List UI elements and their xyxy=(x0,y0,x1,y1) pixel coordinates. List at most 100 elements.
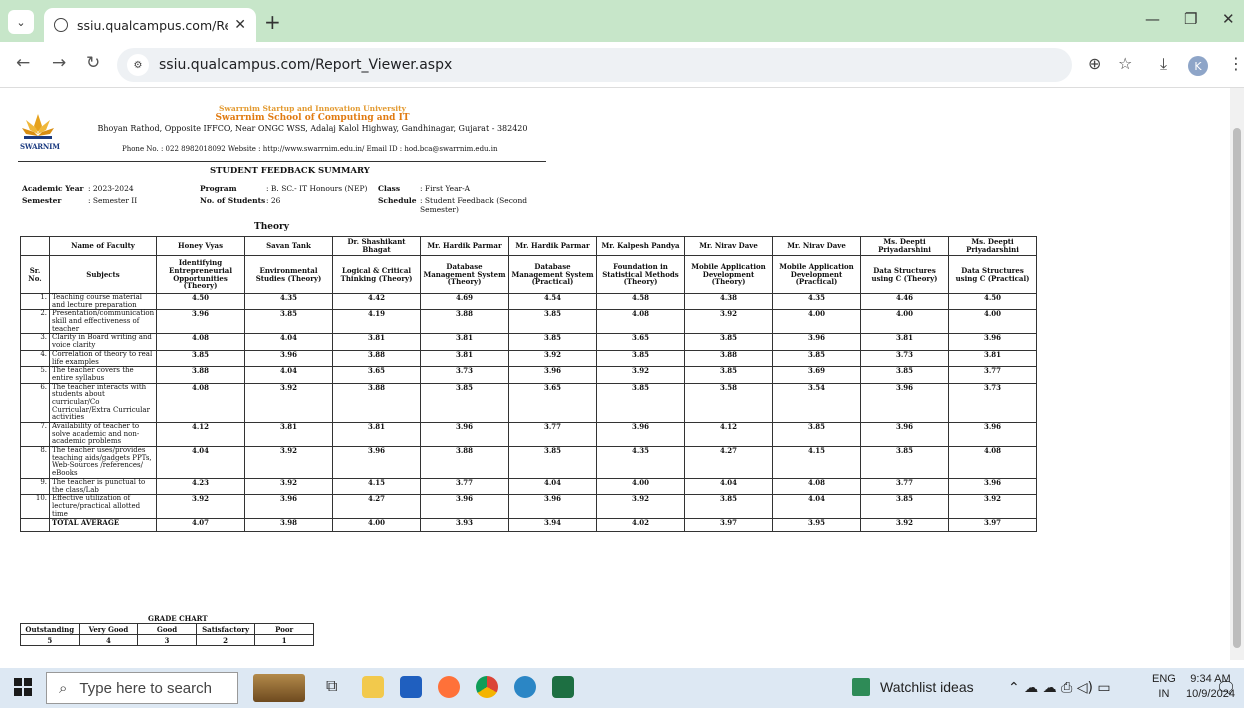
score-cell: 3.92 xyxy=(244,477,333,496)
report-viewer: SWARNIM Swarrnim Startup and Innovation … xyxy=(0,88,1244,660)
question-text: Presentation/communication skill and eff… xyxy=(49,309,157,335)
score-cell: 4.08 xyxy=(156,333,245,351)
faculty-name: Mr. Kalpesh Pandya xyxy=(596,236,685,256)
taskbar-search[interactable]: ⌕ Type here to search xyxy=(46,672,238,704)
bookmark-star-icon[interactable]: ☆ xyxy=(1118,54,1132,73)
score-cell: 3.85 xyxy=(508,333,597,351)
language-indicator[interactable]: ENG IN xyxy=(1152,672,1176,702)
firefox-icon[interactable] xyxy=(438,676,460,698)
students-value: : 26 xyxy=(266,196,281,205)
score-cell: 3.85 xyxy=(860,366,949,384)
score-cell: 3.73 xyxy=(860,349,949,368)
faculty-name: Mr. Hardik Parmar xyxy=(508,236,597,256)
watchlist-widget[interactable]: Watchlist ideas xyxy=(852,678,974,696)
faculty-name: Ms. Deepti Priyadarshini xyxy=(860,236,949,256)
forward-button[interactable]: → xyxy=(52,53,66,73)
back-button[interactable]: ← xyxy=(16,53,30,73)
score-cell: 3.54 xyxy=(772,382,861,424)
reload-button[interactable]: ↻ xyxy=(86,53,100,73)
score-cell: 3.96 xyxy=(332,446,421,479)
lang-region: IN xyxy=(1158,688,1170,700)
new-tab-button[interactable]: + xyxy=(264,10,281,34)
address-bar[interactable]: ⚙ ssiu.qualcampus.com/Report_Viewer.aspx xyxy=(117,48,1072,82)
score-cell: 4.35 xyxy=(772,292,861,311)
total-value: 3.95 xyxy=(772,518,861,533)
score-cell: 4.00 xyxy=(596,477,685,496)
watchlist-text: Watchlist ideas xyxy=(880,679,974,695)
grade-label: Very Good xyxy=(78,623,139,635)
close-tab-icon[interactable]: ✕ xyxy=(234,17,246,33)
excel-icon[interactable] xyxy=(552,676,574,698)
table-row: 4. Correlation of theory to real life exa… xyxy=(20,349,1037,368)
score-cell: 3.85 xyxy=(508,309,597,335)
chrome-icon[interactable] xyxy=(476,676,498,698)
subject-name: Logical & Critical Thinking (Theory) xyxy=(332,255,421,294)
zoom-icon[interactable]: ⊕ xyxy=(1088,54,1101,73)
task-view-icon[interactable]: ⧉ xyxy=(326,676,348,698)
tab-search-button[interactable]: ⌄ xyxy=(8,10,34,34)
score-cell: 3.81 xyxy=(420,333,509,351)
search-icon: ⌕ xyxy=(59,679,68,697)
download-icon[interactable]: ⤓ xyxy=(1160,54,1167,74)
score-cell: 4.08 xyxy=(772,477,861,496)
stocks-icon xyxy=(852,678,870,696)
score-cell: 3.85 xyxy=(684,494,773,520)
score-cell: 3.69 xyxy=(772,366,861,384)
score-cell: 4.58 xyxy=(596,292,685,311)
score-cell: 3.81 xyxy=(948,349,1037,368)
table-row: 3. Clarity in Board writing and voice cla… xyxy=(20,333,1037,351)
score-cell: 3.92 xyxy=(684,309,773,335)
score-cell: 4.04 xyxy=(156,446,245,479)
address-text: ssiu.qualcampus.com/Report_Viewer.aspx xyxy=(159,57,453,73)
score-cell: 3.88 xyxy=(420,446,509,479)
score-cell: 3.96 xyxy=(860,421,949,448)
store-icon[interactable] xyxy=(400,676,422,698)
score-cell: 3.92 xyxy=(508,349,597,368)
score-cell: 3.85 xyxy=(508,446,597,479)
faculty-name: Savan Tank xyxy=(244,236,333,256)
notification-icon[interactable]: 🗨 xyxy=(1216,678,1236,697)
grade-value: 5 xyxy=(20,634,80,646)
restore-button[interactable]: ❐ xyxy=(1184,10,1197,28)
minimize-button[interactable]: — xyxy=(1145,10,1160,28)
total-value: 3.97 xyxy=(948,518,1037,533)
score-cell: 4.50 xyxy=(156,292,245,311)
score-cell: 3.88 xyxy=(420,309,509,335)
score-cell: 4.15 xyxy=(332,477,421,496)
weather-widget-icon[interactable] xyxy=(253,674,305,702)
score-cell: 3.85 xyxy=(684,366,773,384)
site-info-icon[interactable]: ⚙ xyxy=(127,54,149,76)
score-cell: 3.81 xyxy=(420,349,509,368)
score-cell: 3.81 xyxy=(332,333,421,351)
score-cell: 3.88 xyxy=(332,349,421,368)
browser-tab[interactable]: ssiu.qualcampus.com/Report_Vi ✕ xyxy=(44,8,256,42)
chrome-profile-icon[interactable] xyxy=(514,676,536,698)
system-tray-icons[interactable]: ⌃ ☁ ☁ ⎙ ◁) ▭ xyxy=(1008,680,1111,696)
faculty-name: Mr. Nirav Dave xyxy=(684,236,773,256)
subject-name: Database Management System (Practical) xyxy=(508,255,597,294)
question-text: The teacher uses/provides teaching aids/… xyxy=(49,446,157,479)
close-window-button[interactable]: ✕ xyxy=(1222,10,1235,28)
search-placeholder: Type here to search xyxy=(79,679,212,697)
score-cell: 3.85 xyxy=(420,382,509,424)
windows-start-icon[interactable] xyxy=(14,678,32,696)
schedule-label: Schedule xyxy=(378,196,417,205)
grade-label: Poor xyxy=(254,623,314,635)
question-text: Effective utilization of lecture/practic… xyxy=(49,494,157,520)
score-cell: 3.88 xyxy=(332,382,421,424)
program-label: Program xyxy=(200,184,237,193)
table-row: 5. The teacher covers the entire syllabus… xyxy=(20,366,1037,384)
avatar[interactable]: K xyxy=(1188,56,1208,76)
subjects-header: Subjects xyxy=(49,255,157,294)
scrollbar-thumb[interactable] xyxy=(1233,128,1241,648)
score-cell: 3.96 xyxy=(508,366,597,384)
total-blank xyxy=(20,518,50,533)
file-explorer-icon[interactable] xyxy=(362,676,384,698)
menu-icon[interactable]: ⋮ xyxy=(1228,54,1244,73)
scrollbar[interactable] xyxy=(1230,88,1244,660)
score-cell: 3.77 xyxy=(860,477,949,496)
score-cell: 3.73 xyxy=(420,366,509,384)
faculty-name: Ms. Deepti Priyadarshini xyxy=(948,236,1037,256)
score-cell: 3.92 xyxy=(948,494,1037,520)
score-cell: 3.96 xyxy=(948,333,1037,351)
